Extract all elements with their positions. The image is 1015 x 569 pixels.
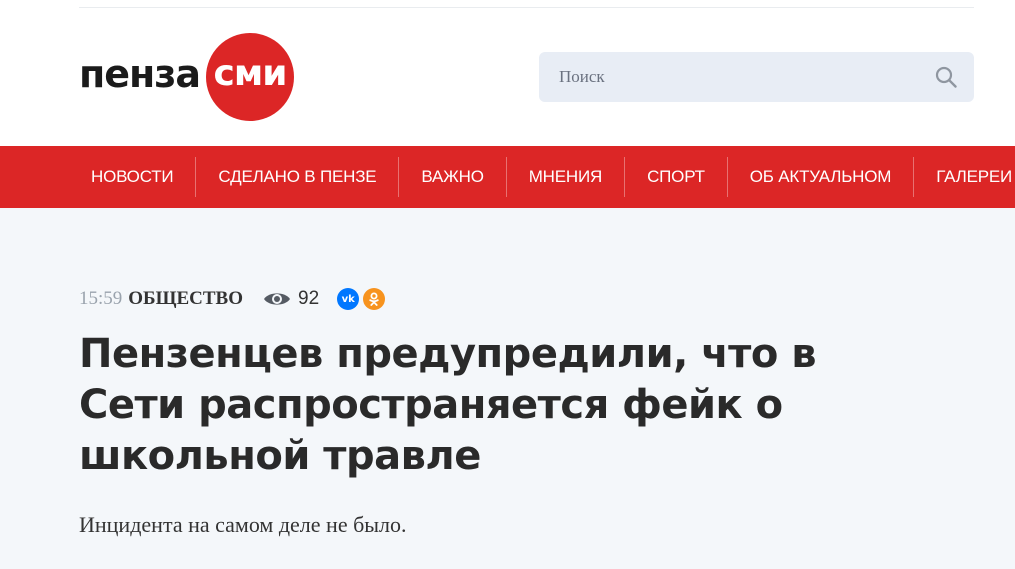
share-buttons: vk (337, 288, 386, 310)
site-logo[interactable]: пенза сми (79, 33, 295, 121)
nav-item-made-in-penza[interactable]: СДЕЛАНО В ПЕНЗЕ (196, 157, 400, 197)
main-nav: НОВОСТИ СДЕЛАНО В ПЕНЗЕ ВАЖНО МНЕНИЯ СПО… (0, 146, 1015, 208)
article-area: 15:59 ОБЩЕСТВО 92 vk Пензенцев предупред… (0, 208, 1015, 569)
site-header: пенза сми (0, 0, 1015, 146)
search-input[interactable] (539, 52, 918, 102)
eye-icon (264, 293, 291, 305)
logo-badge: сми (206, 33, 295, 121)
top-divider (79, 7, 974, 8)
publish-time: 15:59 (79, 288, 123, 309)
nav-item-news[interactable]: НОВОСТИ (69, 157, 197, 197)
odnoklassniki-icon[interactable] (363, 288, 386, 310)
rubric-link[interactable]: ОБЩЕСТВО (128, 288, 243, 310)
article-lead: Инцидента на самом деле не было. (79, 512, 407, 537)
vk-icon[interactable]: vk (337, 288, 360, 310)
nav-item-galleries[interactable]: ГАЛЕРЕИ (914, 157, 1015, 197)
nav-item-important[interactable]: ВАЖНО (399, 157, 507, 197)
nav-item-topical[interactable]: ОБ АКТУАЛЬНОМ (728, 157, 915, 197)
search-icon[interactable] (918, 52, 974, 102)
search-box (539, 52, 974, 102)
article-meta: 15:59 ОБЩЕСТВО 92 vk (79, 288, 386, 310)
logo-word: пенза (79, 52, 201, 96)
nav-item-sport[interactable]: СПОРТ (625, 157, 728, 197)
views-count: 92 (298, 288, 320, 309)
article-title: Пензенцев предупредили, что в Сети распр… (79, 331, 817, 479)
nav-item-opinions[interactable]: МНЕНИЯ (507, 157, 626, 197)
views-counter: 92 (263, 288, 319, 310)
